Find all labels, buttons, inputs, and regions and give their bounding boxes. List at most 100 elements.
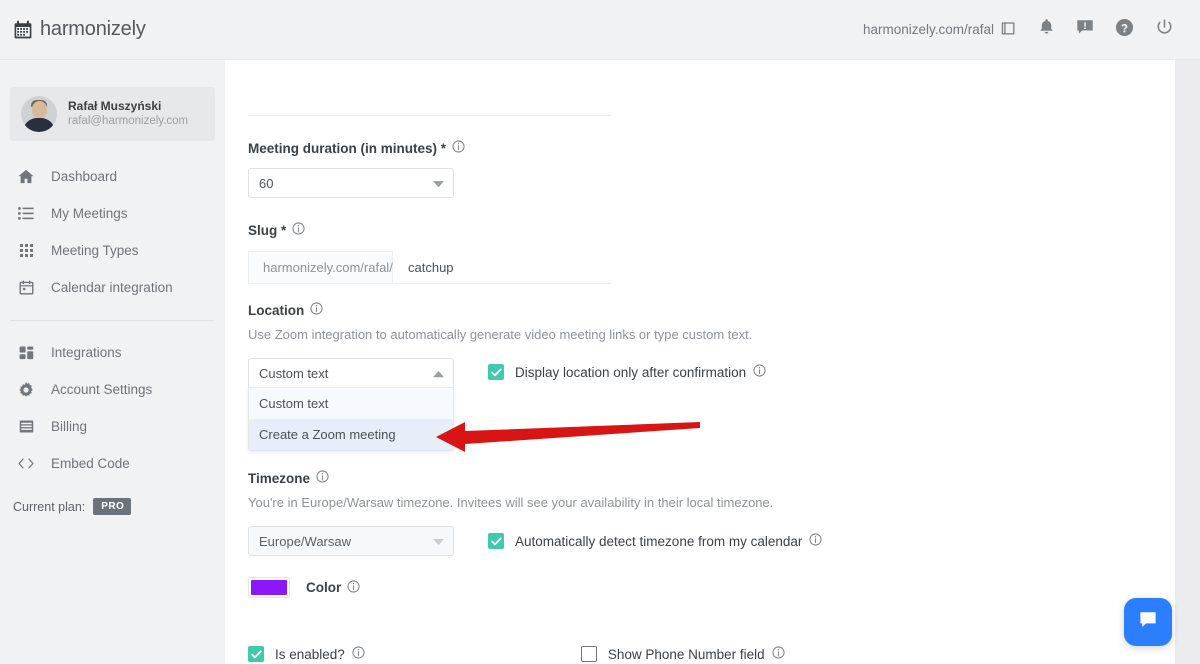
check-icon — [250, 647, 262, 662]
info-icon[interactable] — [809, 533, 822, 549]
sidebar: Rafał Muszyński rafal@harmonizely.com Da… — [0, 60, 225, 664]
check-icon — [490, 365, 502, 380]
info-icon[interactable] — [310, 302, 323, 318]
field-meeting-duration: Meeting duration (in minutes) * 60 — [248, 140, 465, 198]
slug-label: Slug * — [248, 222, 611, 238]
check-icon — [490, 534, 502, 549]
sidebar-item-label: Embed Code — [51, 456, 130, 471]
copy-icon[interactable] — [1000, 20, 1017, 40]
sidebar-divider — [10, 320, 215, 321]
brand-logo[interactable]: harmonizely — [13, 18, 146, 41]
display-location-after-confirmation-row[interactable]: Display location only after confirmation — [488, 364, 766, 380]
chat-widget-button[interactable] — [1124, 598, 1172, 646]
show-phone-number-checkbox[interactable] — [580, 646, 597, 662]
avatar — [21, 96, 57, 132]
info-icon[interactable] — [316, 470, 329, 486]
location-select-value: Custom text — [259, 365, 329, 381]
show-phone-number-row[interactable]: Show Phone Number field — [580, 646, 785, 662]
timezone-label-text: Timezone — [248, 470, 311, 486]
color-swatch-fill — [251, 580, 287, 595]
sidebar-item-calendar-integration[interactable]: Calendar integration — [0, 269, 225, 306]
field-color: Color — [248, 577, 360, 598]
info-icon[interactable] — [292, 222, 305, 238]
location-option-label: Create a Zoom meeting — [259, 427, 396, 442]
display-location-label: Display location only after confirmation — [515, 364, 766, 380]
meeting-duration-value: 60 — [259, 175, 274, 191]
sidebar-item-dashboard[interactable]: Dashboard — [0, 158, 225, 195]
location-label: Location — [248, 302, 848, 318]
field-location: Location Use Zoom integration to automat… — [248, 302, 848, 451]
timezone-select-value: Europe/Warsaw — [259, 533, 351, 549]
is-enabled-checkbox[interactable] — [248, 646, 264, 662]
auto-detect-timezone-label-text: Automatically detect timezone from my ca… — [515, 533, 803, 549]
code-icon — [18, 456, 34, 472]
section-divider — [248, 115, 611, 116]
is-enabled-row[interactable]: Is enabled? — [248, 646, 365, 662]
account-url-text: harmonizely.com/rafal — [862, 22, 994, 37]
sidebar-item-label: Calendar integration — [51, 280, 173, 295]
display-location-checkbox[interactable] — [488, 364, 504, 380]
sidebar-item-label: Meeting Types — [51, 243, 139, 258]
color-label-text: Color — [306, 580, 342, 595]
location-label-text: Location — [248, 302, 305, 318]
account-url-copy[interactable]: harmonizely.com/rafal — [863, 20, 1017, 40]
bell-icon[interactable] — [1038, 18, 1055, 41]
slug-prefix: harmonizely.com/rafal/ — [248, 251, 393, 283]
sidebar-item-label: Account Settings — [51, 382, 153, 397]
auto-detect-timezone-row[interactable]: Automatically detect timezone from my ca… — [488, 533, 822, 549]
slug-input-group: harmonizely.com/rafal/ — [248, 251, 611, 284]
sidebar-profile[interactable]: Rafał Muszyński rafal@harmonizely.com — [10, 87, 215, 141]
top-header-bar: harmonizely harmonizely.com/rafal — [0, 0, 1200, 60]
sidebar-item-integrations[interactable]: Integrations — [0, 334, 225, 371]
show-phone-number-label: Show Phone Number field — [608, 646, 785, 662]
page-background — [1175, 60, 1200, 664]
power-icon[interactable] — [1155, 18, 1174, 42]
info-icon[interactable] — [347, 579, 360, 596]
location-select[interactable]: Custom text — [248, 358, 454, 388]
location-option-create-zoom-meeting[interactable]: Create a Zoom meeting — [249, 419, 453, 450]
info-icon[interactable] — [352, 646, 365, 662]
location-option-custom-text[interactable]: Custom text — [249, 388, 453, 419]
auto-detect-timezone-label: Automatically detect timezone from my ca… — [515, 533, 822, 549]
feedback-icon[interactable] — [1076, 19, 1094, 40]
grid-icon — [18, 243, 34, 259]
meeting-duration-select[interactable]: 60 — [248, 168, 454, 198]
sidebar-item-meeting-types[interactable]: Meeting Types — [0, 232, 225, 269]
sidebar-item-account-settings[interactable]: Account Settings — [0, 371, 225, 408]
meeting-duration-label: Meeting duration (in minutes) * — [248, 140, 465, 156]
calendar-icon — [13, 20, 33, 40]
field-timezone: Timezone You're in Europe/Warsaw timezon… — [248, 470, 868, 556]
info-icon[interactable] — [753, 364, 766, 380]
sidebar-item-billing[interactable]: Billing — [0, 408, 225, 445]
content-card: Meeting duration (in minutes) * 60 Slug … — [225, 60, 1175, 664]
chevron-up-icon — [433, 366, 444, 381]
brand-name: harmonizely — [40, 18, 146, 40]
sidebar-item-label: My Meetings — [51, 206, 128, 221]
is-enabled-label: Is enabled? — [275, 646, 365, 662]
sidebar-item-label: Integrations — [51, 345, 122, 360]
color-label: Color — [306, 579, 360, 596]
card-icon — [18, 419, 34, 435]
blocks-icon — [18, 345, 34, 361]
sidebar-nav: Dashboard My Meetings Meeting Types Cale… — [0, 158, 225, 482]
info-icon[interactable] — [772, 646, 785, 662]
color-picker-swatch[interactable] — [248, 577, 290, 598]
question-circle-icon[interactable] — [1115, 18, 1134, 42]
timezone-select[interactable]: Europe/Warsaw — [248, 526, 454, 556]
sidebar-item-my-meetings[interactable]: My Meetings — [0, 195, 225, 232]
timezone-label: Timezone — [248, 470, 868, 486]
sidebar-item-embed-code[interactable]: Embed Code — [0, 445, 225, 482]
header-actions: harmonizely.com/rafal — [863, 18, 1174, 42]
location-dropdown-menu: Custom text Create a Zoom meeting — [248, 388, 454, 451]
slug-input[interactable] — [393, 251, 611, 283]
chevron-down-icon — [433, 534, 444, 549]
current-plan-label: Current plan: — [13, 499, 86, 514]
info-icon[interactable] — [452, 140, 465, 156]
auto-detect-timezone-checkbox[interactable] — [488, 533, 504, 549]
sidebar-item-label: Billing — [51, 419, 88, 434]
profile-email: rafal@harmonizely.com — [68, 115, 189, 127]
slug-label-text: Slug * — [248, 222, 287, 238]
list-icon — [18, 206, 34, 222]
meeting-duration-label-text: Meeting duration (in minutes) * — [248, 140, 446, 156]
location-hint: Use Zoom integration to automatically ge… — [248, 327, 753, 342]
